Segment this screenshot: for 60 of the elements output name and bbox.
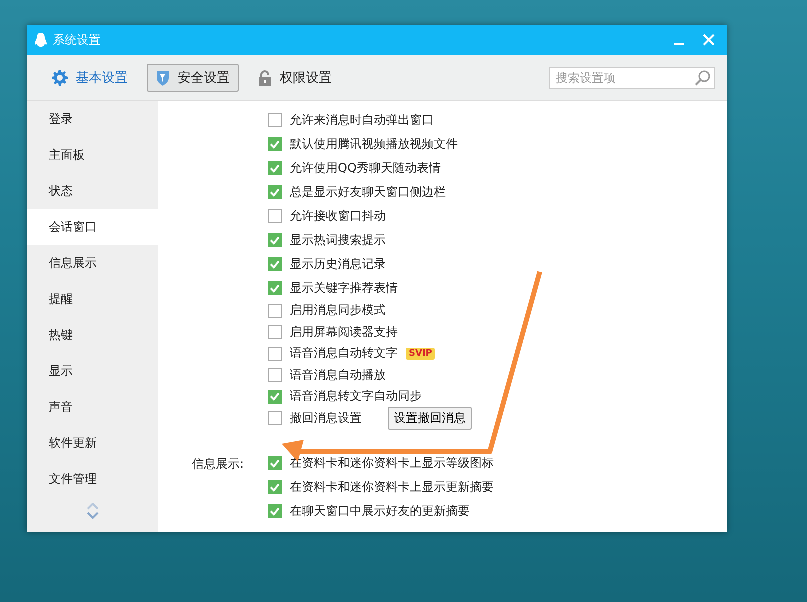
checkbox-label: 显示历史消息记录 (290, 256, 386, 272)
checkbox-label: 语音消息转文字自动同步 (290, 388, 422, 406)
checkbox[interactable] (268, 233, 282, 247)
sidebar-item[interactable]: 状态 (27, 173, 158, 209)
sidebar-item[interactable]: 显示 (27, 353, 158, 389)
checkbox-label: 启用消息同步模式 (290, 302, 386, 320)
settings-tab[interactable]: 安全设置 (147, 64, 239, 92)
section-label: 信息展示: (192, 457, 244, 471)
checkbox[interactable] (268, 161, 282, 175)
sidebar-item[interactable]: 提醒 (27, 281, 158, 317)
sidebar-item[interactable]: 声音 (27, 389, 158, 425)
checkbox-label: 撤回消息设置 (290, 410, 362, 427)
shield-icon (156, 70, 170, 86)
checkbox-label: 语音消息自动播放 (290, 366, 386, 384)
sidebar-item[interactable]: 主面板 (27, 137, 158, 173)
lock-icon (258, 70, 272, 86)
checkbox-label: 总是显示好友聊天窗口侧边栏 (290, 184, 446, 200)
search-field[interactable]: 搜索设置项 (549, 66, 715, 88)
checkbox-label: 显示关键字推荐表情 (290, 280, 398, 296)
checkbox[interactable] (268, 504, 282, 518)
scroll-up-icon[interactable] (86, 503, 98, 510)
checkbox[interactable] (268, 137, 282, 151)
checkbox[interactable] (268, 368, 282, 382)
window-title: 系统设置 (53, 32, 102, 48)
checkbox[interactable] (268, 185, 282, 199)
checkbox[interactable] (268, 281, 282, 295)
gear-icon (52, 70, 68, 86)
penguin-icon (35, 32, 47, 48)
checkbox-label: 允许来消息时自动弹出窗口 (290, 112, 434, 128)
sidebar-item[interactable]: 软件更新 (27, 425, 158, 461)
checkbox[interactable] (268, 304, 282, 318)
checkbox[interactable] (268, 411, 282, 426)
checkbox[interactable] (268, 257, 282, 271)
checkbox-label: 在资料卡和迷你资料卡上显示更新摘要 (290, 478, 494, 496)
vip-badge: SVIP (406, 348, 436, 360)
checkbox[interactable] (268, 325, 282, 340)
search-icon (695, 70, 711, 86)
close-icon[interactable] (703, 34, 715, 46)
checkbox-label: 默认使用腾讯视频播放视频文件 (290, 136, 458, 152)
settings-tab[interactable]: 基本设置 (43, 64, 137, 92)
checkbox-label: 启用屏幕阅读器支持 (290, 324, 398, 341)
checkbox-label: 显示热词搜索提示 (290, 232, 386, 248)
checkbox-label: 语音消息自动转文字 (290, 345, 398, 362)
sidebar-item[interactable]: 文件管理 (27, 461, 158, 497)
sidebar-item[interactable]: 登录 (27, 101, 158, 137)
checkbox[interactable] (268, 456, 282, 470)
sidebar-item[interactable]: 会话窗口 (27, 209, 158, 245)
checkbox[interactable] (268, 113, 282, 127)
sidebar-item[interactable]: 热键 (27, 317, 158, 353)
settings-tab[interactable]: 权限设置 (249, 64, 341, 92)
checkbox-label: 在聊天窗口中展示好友的更新摘要 (290, 502, 470, 520)
checkbox[interactable] (268, 209, 282, 223)
checkbox-label: 允许使用QQ秀聊天随动表情 (290, 160, 441, 176)
checkbox[interactable] (268, 480, 282, 494)
checkbox[interactable] (268, 390, 282, 404)
recall-settings-button[interactable]: 设置撤回消息 (388, 406, 472, 430)
checkbox[interactable] (268, 346, 282, 361)
checkbox-label: 允许接收窗口抖动 (290, 208, 386, 224)
scroll-down-icon[interactable] (86, 512, 98, 519)
sidebar-item[interactable]: 信息展示 (27, 245, 158, 281)
